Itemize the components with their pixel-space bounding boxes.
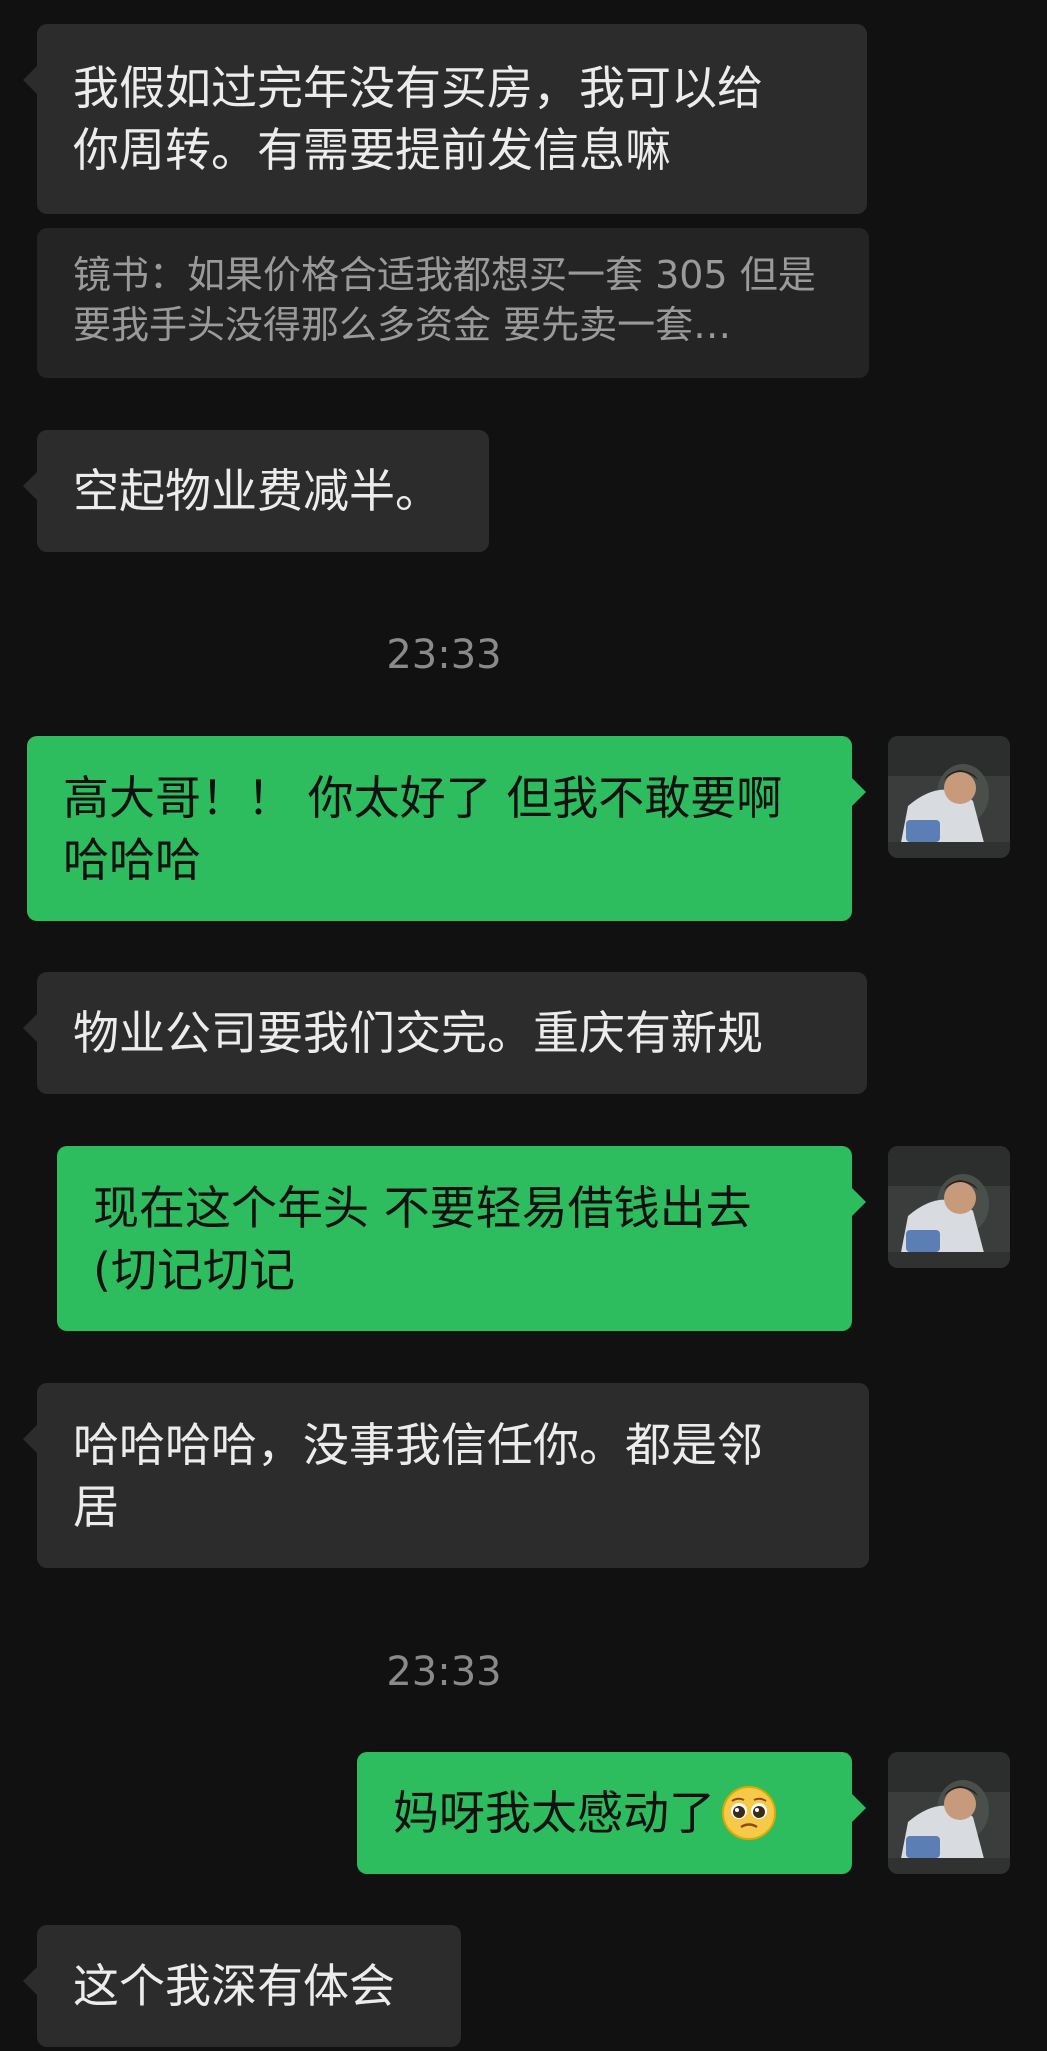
message-text: 这个我深有体会 (73, 1959, 395, 2013)
avatar-photo-icon (888, 736, 1010, 858)
message-text: 哈哈哈哈，没事我信任你。都是邻 居 (73, 1417, 763, 1534)
avatar[interactable] (888, 1752, 1010, 1874)
message-text: 妈呀我太感动了 (393, 1786, 715, 1840)
outgoing-message[interactable]: 现在这个年头 不要轻易借钱出去 (切记切记 (57, 1146, 866, 1331)
incoming-message[interactable]: 哈哈哈哈，没事我信任你。都是邻 居 (23, 1383, 869, 1568)
message-text: 空起物业费减半。 (73, 464, 441, 518)
avatar[interactable] (888, 1146, 1010, 1268)
avatar[interactable] (888, 736, 1010, 858)
quoted-message[interactable]: 镜书：如果价格合适我都想买一套 305 但是要我手头没得那么多资金 要先卖一套… (37, 228, 869, 378)
avatar-photo-icon (888, 1752, 1010, 1874)
avatar-photo-icon (888, 1146, 1010, 1268)
incoming-message[interactable]: 我假如过完年没有买房，我可以给 你周转。有需要提前发信息嘛 (23, 24, 867, 214)
incoming-message[interactable]: 这个我深有体会 (23, 1925, 461, 2047)
incoming-message[interactable]: 物业公司要我们交完。重庆有新规 (23, 972, 867, 1094)
outgoing-message[interactable]: 高大哥！！ 你太好了 但我不敢要啊 哈哈哈 (27, 736, 866, 921)
pleading-face-emoji (722, 1786, 776, 1840)
incoming-message[interactable]: 空起物业费减半。 (23, 430, 489, 552)
outgoing-message[interactable]: 妈呀我太感动了 (357, 1752, 866, 1874)
message-text: 高大哥！！ 你太好了 但我不敢要啊 哈哈哈 (63, 770, 783, 887)
message-text: 物业公司要我们交完。重庆有新规 (73, 1006, 763, 1060)
timestamp: 23:33 (386, 1649, 502, 1695)
timestamp: 23:33 (386, 632, 502, 678)
quoted-text: 镜书：如果价格合适我都想买一套 305 但是要我手头没得那么多资金 要先卖一套… (73, 253, 816, 347)
message-text: 现在这个年头 不要轻易借钱出去 (切记切记 (93, 1180, 752, 1297)
message-text: 我假如过完年没有买房，我可以给 你周转。有需要提前发信息嘛 (73, 61, 763, 177)
